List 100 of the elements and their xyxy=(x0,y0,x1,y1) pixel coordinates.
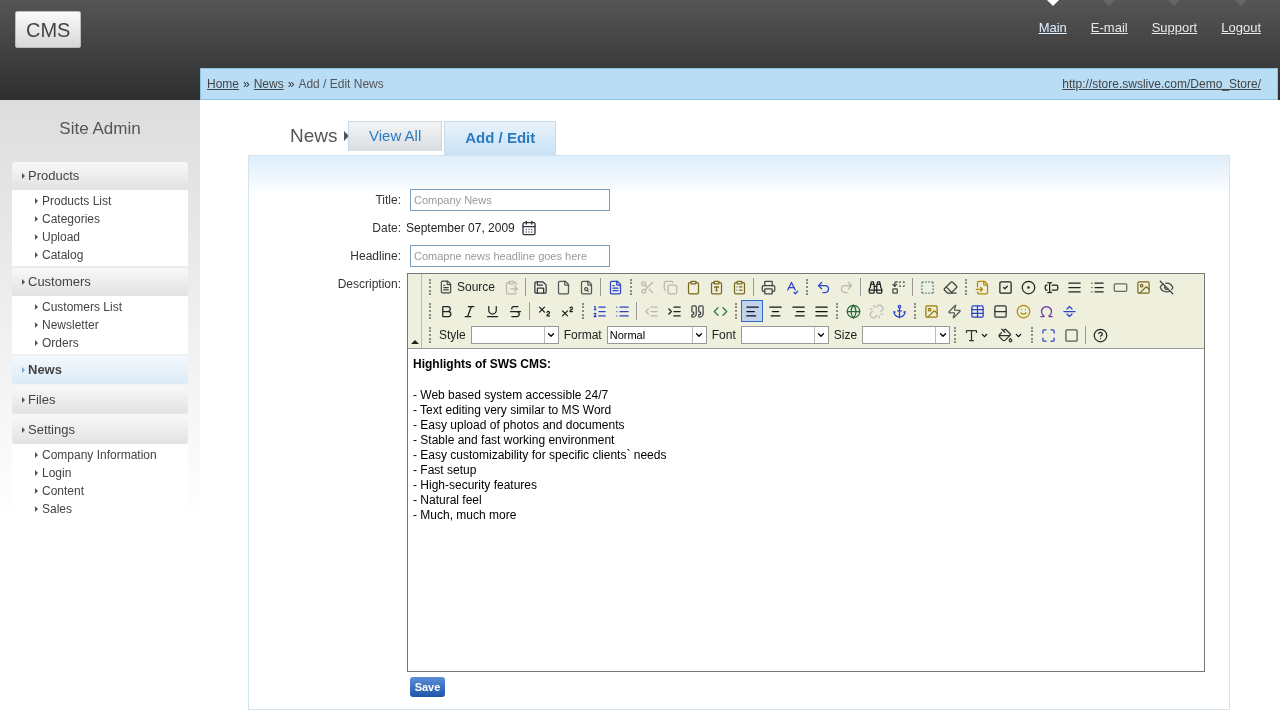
breadcrumb-separator: » xyxy=(243,76,250,93)
bullet-list-icon xyxy=(614,303,630,319)
sidebar-group[interactable]: Customers xyxy=(12,267,188,296)
strikethrough-icon xyxy=(507,303,523,319)
underline-icon xyxy=(484,303,500,319)
field-label: Title: xyxy=(374,192,401,209)
date-value: September 07, 2009 xyxy=(406,220,515,237)
editor-line: - Web based system accessible 24/7 xyxy=(413,388,610,403)
sidebar-link[interactable]: Orders xyxy=(12,333,188,352)
editor-line: - Fast setup xyxy=(413,463,478,478)
sidebar-link[interactable]: Customers List xyxy=(12,297,188,316)
paste-text-icon xyxy=(708,279,724,295)
align-right-icon xyxy=(790,303,806,319)
sidebar-link[interactable]: Products List xyxy=(12,191,188,210)
print-icon xyxy=(760,279,776,295)
radio-icon xyxy=(1020,279,1036,295)
sidebar-link[interactable]: Categories xyxy=(12,209,188,228)
page-icon xyxy=(555,279,571,295)
paint-bucket-icon xyxy=(998,327,1014,343)
checkbox-icon xyxy=(997,279,1013,295)
align-center-icon xyxy=(767,303,783,319)
sidebar-group[interactable]: News xyxy=(12,355,188,384)
editor-line: - Easy upload of photos and documents xyxy=(413,418,626,433)
image-icon xyxy=(923,303,939,319)
sidebar-link[interactable]: Content xyxy=(12,481,188,500)
field-label: Date: xyxy=(371,220,401,237)
paste-word-icon xyxy=(731,279,747,295)
editor-line: - Stable and fast working environment xyxy=(413,433,616,448)
nav-link[interactable]: Main xyxy=(1038,18,1067,38)
hidden-field-icon xyxy=(1158,279,1174,295)
editor-line: - High-security features xyxy=(413,478,539,493)
undo-icon xyxy=(815,279,831,295)
table-icon xyxy=(969,303,985,319)
field-label: Description: xyxy=(336,276,401,293)
editor-line: - Natural feel xyxy=(413,493,483,508)
outdent-icon xyxy=(643,303,659,319)
toolbar-label: Font xyxy=(710,327,737,344)
replace-icon xyxy=(890,279,906,295)
quote-icon xyxy=(689,303,705,319)
save-icon xyxy=(532,279,548,295)
toolbar-button[interactable] xyxy=(741,300,763,322)
numbered-list-icon xyxy=(591,303,607,319)
toolbar-select[interactable] xyxy=(862,326,951,344)
sidebar-link[interactable]: Company Information xyxy=(12,445,188,464)
help-icon xyxy=(1092,327,1108,343)
nav-link[interactable]: E-mail xyxy=(1090,18,1128,38)
page-break-icon xyxy=(1061,303,1077,319)
store-link[interactable]: http://store.swslive.com/Demo_Store/ xyxy=(1062,75,1261,93)
subscript-icon xyxy=(536,303,552,319)
source-button[interactable]: Source xyxy=(435,276,500,298)
toolbar-label: Style xyxy=(438,327,467,344)
breadcrumb-link[interactable]: Home xyxy=(207,75,239,93)
special-character-icon xyxy=(1038,303,1054,319)
tab[interactable]: Add / Edit xyxy=(444,121,557,155)
unlink-icon xyxy=(868,303,884,319)
breadcrumb-separator: » xyxy=(287,76,295,93)
link-icon xyxy=(845,303,861,319)
editor-heading: Highlights of SWS CMS: xyxy=(413,356,552,373)
source-icon xyxy=(439,280,453,294)
breadcrumb-link[interactable]: News xyxy=(253,75,284,93)
save-button[interactable]: Save xyxy=(410,677,445,697)
breadcrumb-current: Add / Edit News xyxy=(298,76,384,93)
flash-icon xyxy=(946,303,962,319)
caret-icon xyxy=(546,330,557,340)
align-justify-icon xyxy=(813,303,829,319)
sidebar-link[interactable]: Sales xyxy=(12,499,188,518)
toolbar-select[interactable]: Normal xyxy=(606,326,707,344)
italic-icon xyxy=(461,303,477,319)
caret-icon xyxy=(816,330,827,340)
sidebar-group[interactable]: Files xyxy=(12,385,188,414)
sidebar-link[interactable]: Login xyxy=(12,463,188,482)
image-button-icon xyxy=(1135,279,1151,295)
redo-icon xyxy=(838,279,854,295)
caret-icon xyxy=(937,330,948,340)
select-all-icon xyxy=(919,279,935,295)
sidebar-link[interactable]: Newsletter xyxy=(12,315,188,334)
headline-field[interactable]: Comapne news headline goes here xyxy=(410,245,610,267)
nav-link[interactable]: Support xyxy=(1151,18,1198,38)
maximize-icon xyxy=(1040,327,1056,343)
collapse-icon[interactable] xyxy=(410,340,419,344)
sidebar-link[interactable]: Catalog xyxy=(12,245,188,264)
logo[interactable]: CMS xyxy=(15,11,82,48)
paste-icon xyxy=(685,279,701,295)
align-left-icon xyxy=(744,303,760,319)
editor-line: - Much, much more xyxy=(413,508,518,523)
nav-link[interactable]: Logout xyxy=(1221,18,1261,38)
editor-line: - Easy customizability for specific clients` needs xyxy=(413,448,668,463)
smiley-icon xyxy=(1015,303,1031,319)
text-color-icon xyxy=(964,327,980,343)
copy-icon xyxy=(662,279,678,295)
toolbar-label: Size xyxy=(832,327,859,344)
sidebar-link[interactable]: Upload xyxy=(12,227,188,246)
paste-icon xyxy=(503,279,519,295)
indent-icon xyxy=(666,303,682,319)
tab[interactable]: View All xyxy=(348,121,443,151)
preview-icon xyxy=(578,279,594,295)
field-label: Headline: xyxy=(349,248,401,265)
title-field[interactable]: Company News xyxy=(410,189,610,211)
calendar-icon[interactable] xyxy=(520,220,537,236)
eraser-icon xyxy=(942,279,958,295)
